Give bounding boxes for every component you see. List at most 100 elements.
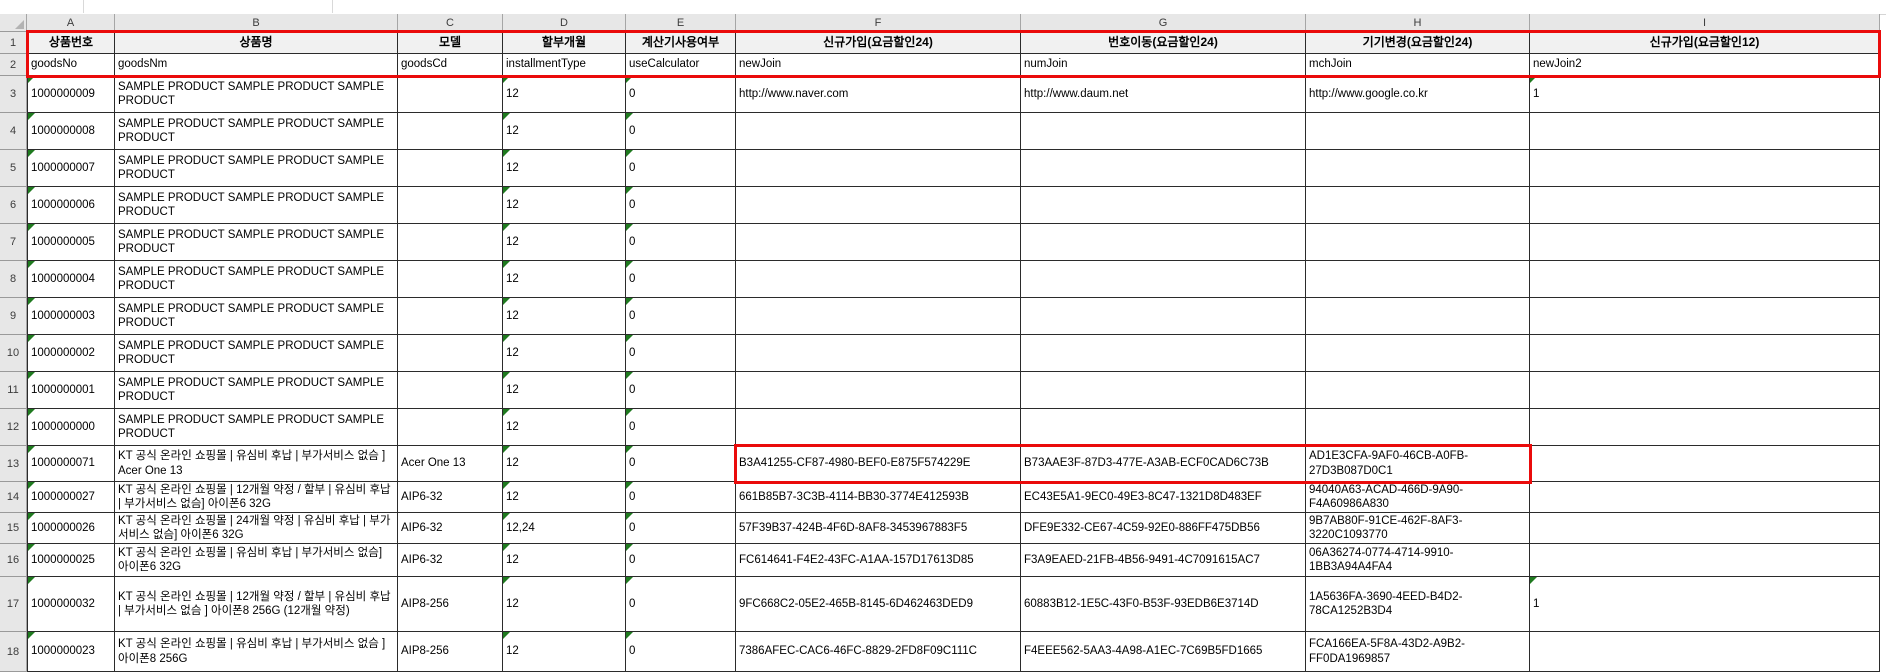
cell-F3[interactable]: http://www.naver.com — [736, 76, 1021, 113]
cell-F12[interactable] — [736, 409, 1021, 446]
cell-C15[interactable]: AIP6-32 — [398, 513, 503, 544]
cell-G2[interactable]: numJoin — [1021, 54, 1306, 76]
cell-A7[interactable]: 1000000005 — [27, 224, 115, 261]
cell-A14[interactable]: 1000000027 — [27, 482, 115, 513]
cell-G10[interactable] — [1021, 335, 1306, 372]
cell-B7[interactable]: SAMPLE PRODUCT SAMPLE PRODUCT SAMPLE PRO… — [115, 224, 398, 261]
cell-G8[interactable] — [1021, 261, 1306, 298]
cell-B18[interactable]: KT 공식 온라인 쇼핑몰 | 유심비 후납 | 부가서비스 없슴 ] 아이폰8… — [115, 632, 398, 672]
row-header-17[interactable]: 17 — [0, 577, 27, 632]
cell-I1[interactable]: 신규가입(요금할인12) — [1530, 32, 1880, 54]
cell-B13[interactable]: KT 공식 온라인 쇼핑몰 | 유심비 후납 | 부가서비스 없슴 ] Acer… — [115, 446, 398, 482]
cell-I7[interactable] — [1530, 224, 1880, 261]
cell-E2[interactable]: useCalculator — [626, 54, 736, 76]
cell-F4[interactable] — [736, 113, 1021, 150]
cell-F6[interactable] — [736, 187, 1021, 224]
cell-E6[interactable]: 0 — [626, 187, 736, 224]
cell-D5[interactable]: 12 — [503, 150, 626, 187]
cell-H6[interactable] — [1306, 187, 1530, 224]
cell-A3[interactable]: 1000000009 — [27, 76, 115, 113]
row-header-4[interactable]: 4 — [0, 113, 27, 150]
cell-A17[interactable]: 1000000032 — [27, 577, 115, 632]
cell-I15[interactable] — [1530, 513, 1880, 544]
cell-A1[interactable]: 상품번호 — [27, 32, 115, 54]
row-header-8[interactable]: 8 — [0, 261, 27, 298]
row-header-2[interactable]: 2 — [0, 54, 27, 76]
cell-I18[interactable] — [1530, 632, 1880, 672]
row-header-13[interactable]: 13 — [0, 446, 27, 482]
cell-F14[interactable]: 661B85B7-3C3B-4114-BB30-3774E412593B — [736, 482, 1021, 513]
cell-H12[interactable] — [1306, 409, 1530, 446]
cell-I10[interactable] — [1530, 335, 1880, 372]
row-header-9[interactable]: 9 — [0, 298, 27, 335]
cell-B4[interactable]: SAMPLE PRODUCT SAMPLE PRODUCT SAMPLE PRO… — [115, 113, 398, 150]
cell-D6[interactable]: 12 — [503, 187, 626, 224]
cell-E8[interactable]: 0 — [626, 261, 736, 298]
cell-C2[interactable]: goodsCd — [398, 54, 503, 76]
cell-C6[interactable] — [398, 187, 503, 224]
column-header-B[interactable]: B — [115, 14, 398, 32]
cell-D2[interactable]: installmentType — [503, 54, 626, 76]
cell-G5[interactable] — [1021, 150, 1306, 187]
cell-I4[interactable] — [1530, 113, 1880, 150]
cell-I17[interactable]: 1 — [1530, 577, 1880, 632]
cell-A12[interactable]: 1000000000 — [27, 409, 115, 446]
cell-D13[interactable]: 12 — [503, 446, 626, 482]
cell-D4[interactable]: 12 — [503, 113, 626, 150]
cell-A10[interactable]: 1000000002 — [27, 335, 115, 372]
cell-A13[interactable]: 1000000071 — [27, 446, 115, 482]
cell-B12[interactable]: SAMPLE PRODUCT SAMPLE PRODUCT SAMPLE PRO… — [115, 409, 398, 446]
cell-E11[interactable]: 0 — [626, 372, 736, 409]
cell-I12[interactable] — [1530, 409, 1880, 446]
cell-E18[interactable]: 0 — [626, 632, 736, 672]
cell-I13[interactable] — [1530, 446, 1880, 482]
column-header-F[interactable]: F — [736, 14, 1021, 32]
cell-C13[interactable]: Acer One 13 — [398, 446, 503, 482]
cell-E1[interactable]: 계산기사용여부 — [626, 32, 736, 54]
cell-A5[interactable]: 1000000007 — [27, 150, 115, 187]
cell-H1[interactable]: 기기변경(요금할인24) — [1306, 32, 1530, 54]
cell-C17[interactable]: AIP8-256 — [398, 577, 503, 632]
cell-E3[interactable]: 0 — [626, 76, 736, 113]
cell-G13[interactable]: B73AAE3F-87D3-477E-A3AB-ECF0CAD6C73B — [1021, 446, 1306, 482]
cell-D16[interactable]: 12 — [503, 544, 626, 577]
cell-H13[interactable]: AD1E3CFA-9AF0-46CB-A0FB-27D3B087D0C1 — [1306, 446, 1530, 482]
cell-I14[interactable] — [1530, 482, 1880, 513]
row-header-11[interactable]: 11 — [0, 372, 27, 409]
cell-G16[interactable]: F3A9EAED-21FB-4B56-9491-4C7091615AC7 — [1021, 544, 1306, 577]
cell-D9[interactable]: 12 — [503, 298, 626, 335]
cell-D1[interactable]: 할부개월 — [503, 32, 626, 54]
cell-B14[interactable]: KT 공식 온라인 쇼핑몰 | 12개월 약정 / 할부 | 유심비 후납 | … — [115, 482, 398, 513]
cell-G17[interactable]: 60883B12-1E5C-43F0-B53F-93EDB6E3714D — [1021, 577, 1306, 632]
cell-C11[interactable] — [398, 372, 503, 409]
cell-H8[interactable] — [1306, 261, 1530, 298]
cell-F9[interactable] — [736, 298, 1021, 335]
cell-E13[interactable]: 0 — [626, 446, 736, 482]
cell-G3[interactable]: http://www.daum.net — [1021, 76, 1306, 113]
select-all-corner[interactable] — [0, 14, 27, 32]
column-header-A[interactable]: A — [27, 14, 115, 32]
cell-I9[interactable] — [1530, 298, 1880, 335]
cell-G4[interactable] — [1021, 113, 1306, 150]
column-header-C[interactable]: C — [398, 14, 503, 32]
row-header-15[interactable]: 15 — [0, 513, 27, 544]
cell-B15[interactable]: KT 공식 온라인 쇼핑몰 | 24개월 약정 | 유심비 후납 | 부가서비스… — [115, 513, 398, 544]
cell-F16[interactable]: FC614641-F4E2-43FC-A1AA-157D17613D85 — [736, 544, 1021, 577]
cell-H11[interactable] — [1306, 372, 1530, 409]
cell-F8[interactable] — [736, 261, 1021, 298]
cell-I2[interactable]: newJoin2 — [1530, 54, 1880, 76]
cell-E15[interactable]: 0 — [626, 513, 736, 544]
cell-H18[interactable]: FCA166EA-5F8A-43D2-A9B2-FF0DA1969857 — [1306, 632, 1530, 672]
cell-A8[interactable]: 1000000004 — [27, 261, 115, 298]
cell-H17[interactable]: 1A5636FA-3690-4EED-B4D2-78CA1252B3D4 — [1306, 577, 1530, 632]
row-header-16[interactable]: 16 — [0, 544, 27, 577]
cell-F11[interactable] — [736, 372, 1021, 409]
cell-F13[interactable]: B3A41255-CF87-4980-BEF0-E875F574229E — [736, 446, 1021, 482]
cell-H14[interactable]: 94040A63-ACAD-466D-9A90-F4A60986A830 — [1306, 482, 1530, 513]
cell-A4[interactable]: 1000000008 — [27, 113, 115, 150]
cell-C4[interactable] — [398, 113, 503, 150]
cell-G1[interactable]: 번호이동(요금할인24) — [1021, 32, 1306, 54]
cell-A18[interactable]: 1000000023 — [27, 632, 115, 672]
column-header-H[interactable]: H — [1306, 14, 1530, 32]
cell-F2[interactable]: newJoin — [736, 54, 1021, 76]
